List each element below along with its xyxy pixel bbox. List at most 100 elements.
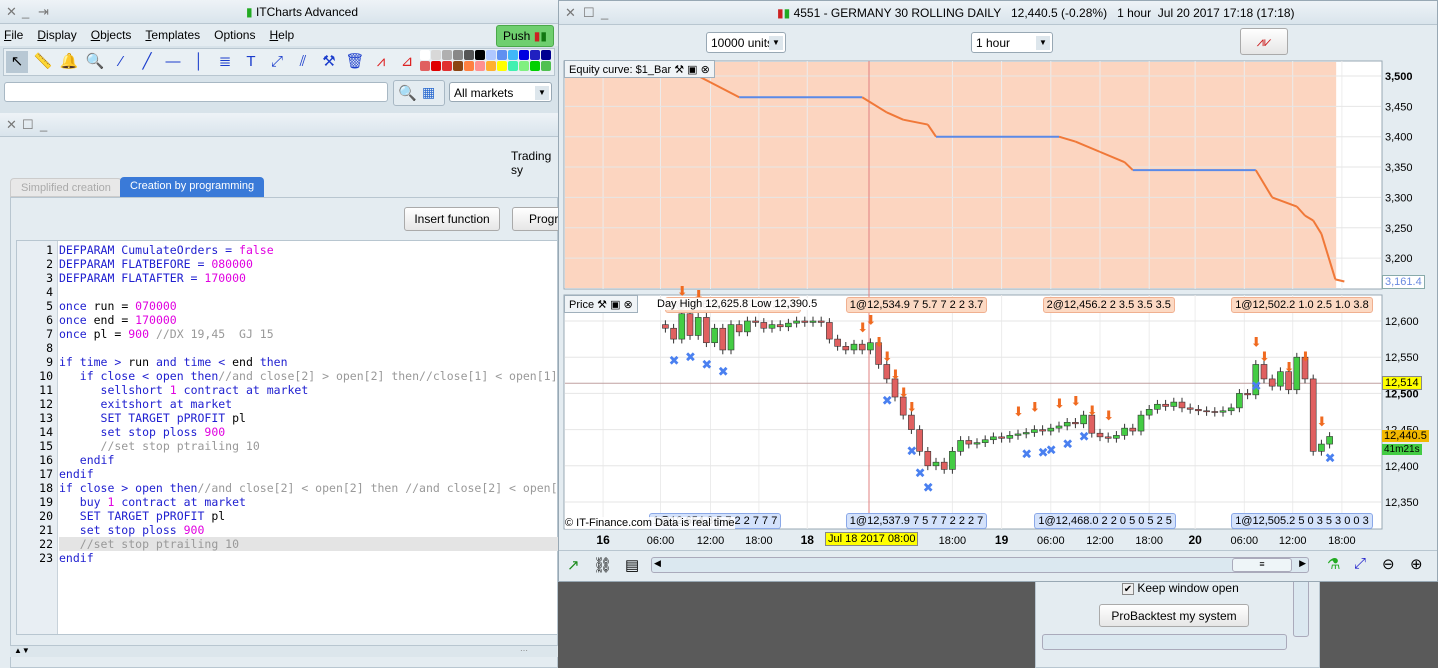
menu-file[interactable]: File <box>4 28 23 42</box>
close-icon[interactable]: ✕ <box>6 4 17 20</box>
pointer-icon[interactable]: ↖ <box>6 51 28 73</box>
add-indicator-icon[interactable]: ↗ <box>567 556 580 574</box>
color-swatch[interactable] <box>464 61 474 71</box>
code-line[interactable]: set stop ploss 900 <box>59 425 226 439</box>
order-tag[interactable]: 1@12,502.2 1.0 2.5 1.0 3.8 <box>1231 297 1373 313</box>
code-line[interactable]: SET TARGET pPROFIT pl <box>59 509 225 523</box>
insert-function-button[interactable]: Insert function <box>404 207 500 231</box>
chart-canvas[interactable]: 3,500 3,450 3,400 3,350 3,300 3,250 3,200 12,60… <box>559 1 1438 583</box>
code-line[interactable]: endif <box>59 551 94 565</box>
scroll-right-icon[interactable]: ▶ <box>1299 558 1306 569</box>
order-tag[interactable]: 1@12,468.0 2 2 0 5 0 5 2 5 <box>1034 513 1176 529</box>
code-line[interactable]: if close < open then//and close[2] > ope… <box>59 369 558 383</box>
window-icon[interactable]: ▣ <box>687 64 697 76</box>
color-swatch[interactable] <box>497 61 507 71</box>
close-circle-icon[interactable]: ⊗ <box>624 299 633 311</box>
keep-window-open-checkbox[interactable]: ✔ Keep window open <box>1122 581 1239 595</box>
color-swatch[interactable] <box>431 50 441 60</box>
color-swatch[interactable] <box>497 50 507 60</box>
color-swatch[interactable] <box>464 50 474 60</box>
color-swatch[interactable] <box>508 50 518 60</box>
color-swatch[interactable] <box>486 61 496 71</box>
trash-icon[interactable]: 🗑 <box>344 51 366 73</box>
color-swatch[interactable] <box>453 61 463 71</box>
color-swatch[interactable] <box>519 61 529 71</box>
menu-objects[interactable]: Objects <box>91 28 132 42</box>
horizontal-scrollbar[interactable] <box>1042 634 1287 650</box>
code-line[interactable]: once run = 070000 <box>59 299 177 313</box>
close-icon[interactable]: ✕ <box>6 117 17 133</box>
order-tag[interactable]: 2@12,456.2 2 3.5 3.5 3.5 <box>1042 297 1175 313</box>
color-swatch[interactable] <box>475 61 485 71</box>
menu-display[interactable]: Display <box>37 28 76 42</box>
auto-scale-icon[interactable]: ⚗ <box>1327 555 1340 573</box>
color-swatch[interactable] <box>530 61 540 71</box>
color-swatch[interactable] <box>442 61 452 71</box>
code-line[interactable]: endif <box>59 453 115 467</box>
zoom-icon[interactable]: 🔍 <box>84 51 106 73</box>
code-line[interactable]: //set stop ptrailing 10 <box>59 537 559 551</box>
parallel-icon[interactable]: ⫽ <box>292 51 314 73</box>
chart-type-icon[interactable]: ⛓ <box>593 556 612 574</box>
code-line[interactable]: //set stop ptrailing 10 <box>59 439 260 453</box>
line-icon[interactable]: ╱ <box>136 51 158 73</box>
color-swatch[interactable] <box>486 50 496 60</box>
color-swatch[interactable] <box>453 50 463 60</box>
color-swatch[interactable] <box>442 50 452 60</box>
code-line[interactable]: set stop ploss 900 <box>59 523 205 537</box>
code-line[interactable]: once end = 170000 <box>59 313 177 327</box>
color-swatch[interactable] <box>541 50 551 60</box>
chart-list-icon[interactable]: ▦ <box>422 84 435 101</box>
color-swatch[interactable] <box>508 61 518 71</box>
menu-templates[interactable]: Templates <box>145 28 200 42</box>
scroll-thumb[interactable]: ≡ <box>1232 558 1292 572</box>
zoom-out-icon[interactable]: ⊖ <box>1382 555 1395 573</box>
color-swatch[interactable] <box>420 61 430 71</box>
menu-help[interactable]: Help <box>269 28 294 42</box>
chart-settings-icon[interactable]: ▤ <box>625 556 639 574</box>
time-scrollbar[interactable]: ◀ ≡ ▶ <box>651 557 1309 573</box>
pattern-icon[interactable]: ⊿ <box>396 51 418 73</box>
code-line[interactable]: exitshort at market <box>59 397 233 411</box>
wrench-icon[interactable]: ⚒ <box>674 64 684 76</box>
zoom-in-icon[interactable]: ⊕ <box>1410 555 1423 573</box>
order-tag[interactable]: 1@12,537.9 7 5 7 7 2 2 2 7 <box>845 513 988 529</box>
vertical-line-icon[interactable]: │ <box>188 51 210 73</box>
minimize-icon[interactable]: _ <box>22 4 29 19</box>
color-swatch[interactable] <box>431 61 441 71</box>
scroll-left-icon[interactable]: ◀ <box>654 558 661 569</box>
search-input[interactable] <box>4 82 388 102</box>
code-line[interactable]: endif <box>59 467 94 481</box>
pin-icon[interactable]: ⇥ <box>38 4 49 20</box>
code-line[interactable]: buy 1 contract at market <box>59 495 246 509</box>
order-tag[interactable]: 1@12,505.2 5 0 3 5 3 0 0 3 <box>1231 513 1373 529</box>
wrench-icon[interactable]: ⚒ <box>597 299 607 311</box>
code-line[interactable]: SET TARGET pPROFIT pl <box>59 411 246 425</box>
maximize-icon[interactable]: ☐ <box>22 117 34 133</box>
code-line[interactable]: if time > run and time < end then <box>59 355 288 369</box>
window-icon[interactable]: ▣ <box>610 299 620 311</box>
push-button[interactable]: Push ▮▮ <box>496 25 554 47</box>
search-list-icon[interactable]: 🔍 <box>398 84 417 102</box>
color-swatch[interactable] <box>475 50 485 60</box>
tab-creation-by-programming[interactable]: Creation by programming <box>120 177 265 197</box>
tab-simplified-creation[interactable]: Simplified creation <box>10 178 122 197</box>
segment-icon[interactable]: ⁄ <box>110 51 132 73</box>
code-line[interactable]: if close > open then//and close[2] < ope… <box>59 481 558 495</box>
tools-icon[interactable]: ⚒ <box>318 51 340 73</box>
fibonacci-icon[interactable]: ≣ <box>214 51 236 73</box>
code-editor[interactable]: 1 2 3 4 5 6 7 8 9 10 11 12 13 14 15 16 17 18 19 20 21 22 23 DEF… <box>16 240 559 635</box>
alert-bell-icon[interactable]: 🔔 <box>58 51 80 73</box>
color-swatch[interactable] <box>541 61 551 71</box>
market-select[interactable]: All markets ▼ <box>449 82 552 102</box>
zoom-fit-icon[interactable]: ⤢ <box>1354 555 1366 572</box>
menu-options[interactable]: Options <box>214 28 255 42</box>
color-swatch[interactable] <box>519 50 529 60</box>
code-line[interactable]: DEFPARAM FLATBEFORE = 080000 <box>59 257 253 271</box>
code-line[interactable]: once pl = 900 //DX 19,45 GJ 15 <box>59 327 274 341</box>
code-line[interactable]: DEFPARAM FLATAFTER = 170000 <box>59 271 246 285</box>
trend-icon[interactable]: ⩘ <box>370 51 392 73</box>
horizontal-line-icon[interactable]: — <box>162 51 184 73</box>
color-swatch[interactable] <box>420 50 430 60</box>
code-line[interactable]: DEFPARAM CumulateOrders = false <box>59 243 274 257</box>
